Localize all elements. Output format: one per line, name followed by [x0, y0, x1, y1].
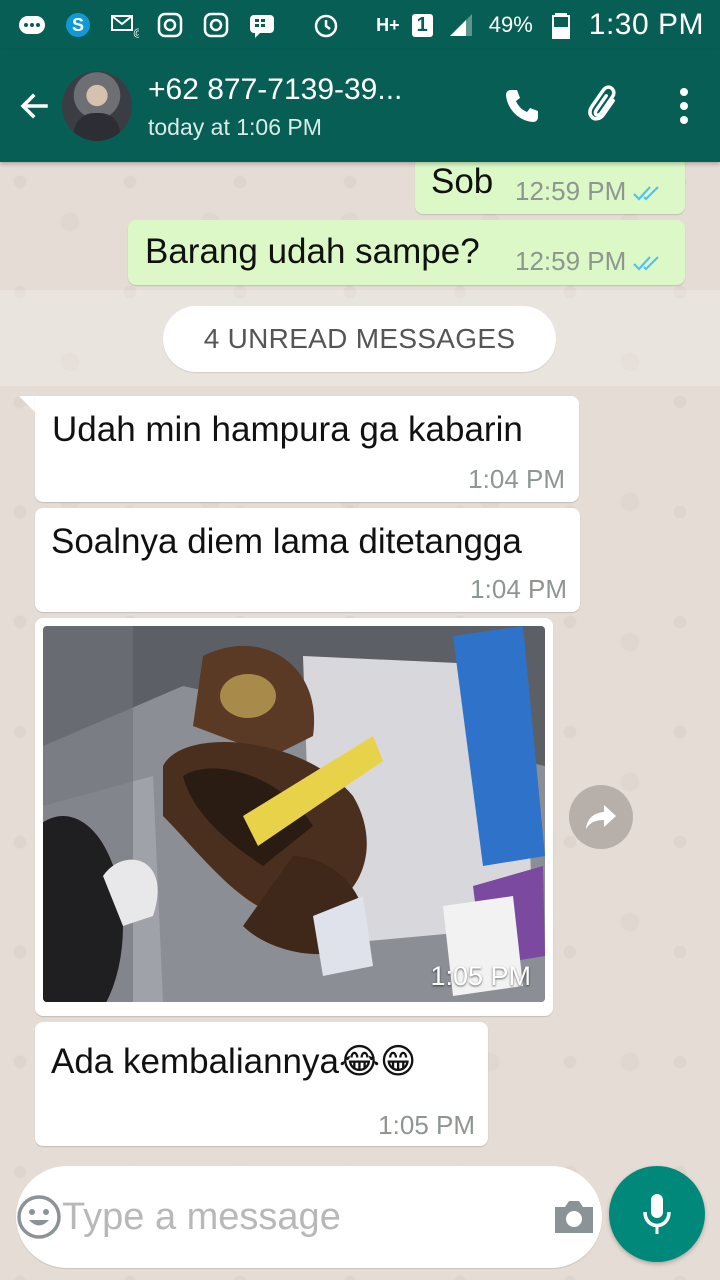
message-text: Ada kembaliannya😂😁: [51, 1042, 417, 1081]
message-bubble-outgoing[interactable]: Barang udah sampe? 12:59 PM: [128, 220, 685, 285]
svg-text:@: @: [133, 28, 139, 39]
back-button[interactable]: [4, 50, 64, 162]
last-seen: today at 1:06 PM: [148, 113, 322, 140]
instagram-icon: [154, 9, 186, 41]
instagram-icon: [200, 9, 232, 41]
overflow-menu-icon: [680, 88, 688, 124]
unread-messages-banner: 4 UNREAD MESSAGES: [163, 306, 556, 372]
read-ticks-icon: [633, 186, 660, 201]
emoji-button[interactable]: [16, 1166, 62, 1268]
contact-name: +62 877-7139-39...: [148, 72, 403, 106]
clock: 1:30 PM: [588, 8, 704, 41]
contact-info[interactable]: +62 877-7139-39... today at 1:06 PM: [148, 72, 402, 141]
message-time: 1:05 PM: [430, 961, 531, 991]
battery-icon: [545, 9, 577, 41]
message-text: Soalnya diem lama ditetangga: [51, 522, 522, 561]
chat-notification-icon: [16, 9, 48, 41]
forward-button[interactable]: [569, 785, 633, 849]
message-composer: [16, 1166, 602, 1268]
message-text: Udah min hampura ga kabarin: [52, 410, 523, 449]
message-text: Sob: [431, 162, 494, 201]
camera-button[interactable]: [551, 1166, 597, 1268]
image-message[interactable]: 1:05 PM: [43, 626, 545, 1002]
paperclip-icon: [588, 85, 616, 121]
sim-indicator: 1: [411, 13, 433, 37]
message-time: 12:59 PM: [515, 246, 666, 277]
microphone-icon: [643, 1194, 671, 1234]
more-options-button[interactable]: [648, 50, 720, 162]
battery-percent: 49%: [488, 12, 533, 37]
message-time: 12:59 PM: [515, 176, 666, 207]
network-type: H+: [376, 14, 400, 35]
message-time: 1:05 PM: [378, 1110, 475, 1140]
message-text: Barang udah sampe?: [145, 232, 480, 271]
chat-header: +62 877-7139-39... today at 1:06 PM: [0, 50, 720, 162]
message-bubble-incoming[interactable]: Soalnya diem lama ditetangga 1:04 PM: [35, 508, 580, 612]
voice-call-button[interactable]: [480, 50, 564, 162]
bbm-icon: [246, 9, 278, 41]
message-bubble-incoming[interactable]: Udah min hampura ga kabarin 1:04 PM: [35, 396, 579, 502]
message-input[interactable]: [62, 1195, 551, 1239]
smiley-icon: [17, 1195, 61, 1239]
voice-message-button[interactable]: [609, 1166, 705, 1262]
signal-icon: [445, 9, 477, 41]
forward-arrow-icon: [586, 805, 616, 829]
read-ticks-icon: [633, 256, 660, 271]
status-bar: S @ H+ 1 49% 1:30 PM: [0, 0, 720, 50]
alarm-icon: [310, 9, 342, 41]
svg-text:S: S: [72, 15, 84, 35]
avatar[interactable]: [62, 71, 132, 141]
message-time: 1:04 PM: [468, 464, 565, 494]
message-time: 1:04 PM: [470, 574, 567, 604]
missed-email-icon: @: [108, 9, 140, 41]
shoe-box-photo: [43, 626, 545, 1002]
message-bubble-incoming[interactable]: Ada kembaliannya😂😁 1:05 PM: [35, 1022, 488, 1146]
attach-button[interactable]: [564, 50, 648, 162]
skype-icon: S: [62, 9, 94, 41]
phone-icon: [506, 90, 538, 122]
camera-icon: [555, 1201, 593, 1233]
back-arrow-icon: [20, 93, 48, 119]
